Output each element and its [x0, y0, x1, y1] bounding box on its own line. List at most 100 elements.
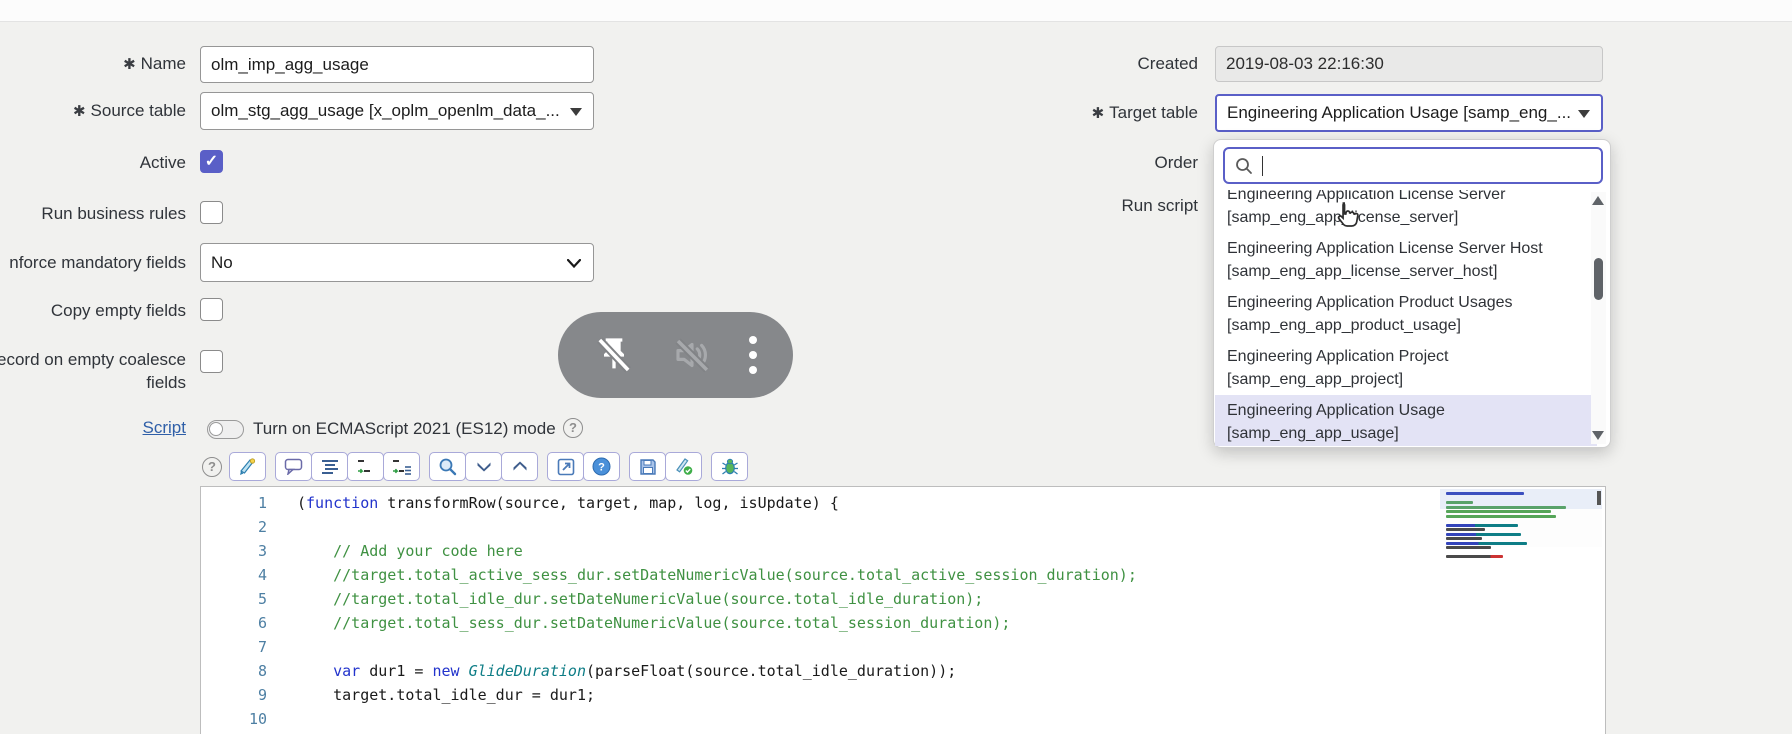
- required-icon: ✱: [72, 103, 86, 120]
- dropdown-item-name: Engineering Application Usage: [1227, 402, 1445, 419]
- help-icon[interactable]: ?: [563, 418, 583, 438]
- ecmascript-toggle-label: Turn on ECMAScript 2021 (ES12) mode: [253, 419, 556, 438]
- source-table-select[interactable]: olm_stg_agg_usage [x_oplm_openlm_data_..…: [200, 92, 594, 130]
- dropdown-item[interactable]: Engineering Application License Server [s…: [1215, 190, 1597, 233]
- find-next-button[interactable]: [465, 452, 502, 481]
- required-icon: ✱: [123, 56, 136, 73]
- code-line: 5 //target.total_idle_dur.setDateNumeric…: [201, 587, 1605, 611]
- run-business-rules-label: Run business rules: [41, 204, 186, 223]
- format-code-button[interactable]: [311, 452, 348, 481]
- scrollbar-thumb[interactable]: [1594, 258, 1603, 300]
- code-line: 10: [201, 707, 1605, 731]
- code-line: 8 var dur1 = new GlideDuration(parseFloa…: [201, 659, 1605, 683]
- more-options-icon[interactable]: [748, 333, 757, 378]
- pin-off-icon[interactable]: [594, 335, 634, 375]
- code-text: // Add your code here: [333, 542, 523, 560]
- dropdown-item-name: Engineering Application License Server: [1227, 190, 1506, 203]
- line-number: 2: [257, 518, 267, 536]
- comment-button[interactable]: [275, 452, 312, 481]
- dropdown-item-table: [samp_eng_app_license_server_host]: [1227, 263, 1498, 280]
- empty-coalesce-label-line2: fields: [146, 373, 186, 392]
- line-number: 7: [257, 638, 267, 656]
- code-text: (function transformRow(source, target, m…: [297, 494, 839, 512]
- code-text: var dur1 = new GlideDuration(parseFloat(…: [333, 662, 957, 680]
- minimap-row: [1446, 523, 1518, 527]
- toolbar-group: [275, 452, 420, 481]
- name-input[interactable]: [200, 46, 594, 83]
- line-number: 3: [257, 542, 267, 560]
- code-line: 6 //target.total_sess_dur.setDateNumeric…: [201, 611, 1605, 635]
- dropdown-item[interactable]: Engineering Application Project [samp_eng…: [1215, 341, 1597, 395]
- pop-out-button[interactable]: [547, 452, 584, 481]
- dropdown-item-table: [samp_eng_app_license_server]: [1227, 206, 1585, 229]
- replace-button[interactable]: [347, 452, 384, 481]
- syntax-check-button[interactable]: [665, 452, 702, 481]
- empty-coalesce-label-line1: ecord on empty coalesce: [0, 350, 186, 369]
- toolbar-group: [429, 452, 538, 481]
- scrollbar-down-icon[interactable]: [1592, 431, 1604, 440]
- script-code-editor[interactable]: 1 (function transformRow(source, target, …: [200, 486, 1606, 734]
- name-label: ✱ Name: [123, 54, 186, 73]
- minimap-row: [1446, 546, 1491, 549]
- empty-coalesce-checkbox[interactable]: [200, 350, 223, 373]
- dropdown-item-name: Engineering Application License Server H…: [1227, 240, 1543, 257]
- target-table-select[interactable]: Engineering Application Usage [samp_eng_…: [1215, 94, 1603, 132]
- dropdown-search-input[interactable]: [1263, 156, 1601, 175]
- dropdown-item[interactable]: Engineering Application Product Usages [s…: [1215, 287, 1597, 341]
- code-text: //target.total_active_sess_dur.setDateNu…: [333, 566, 1137, 584]
- line-number: 4: [257, 566, 267, 584]
- volume-off-icon[interactable]: [671, 334, 713, 376]
- enforce-mandatory-fields-select[interactable]: No: [200, 243, 594, 282]
- minimap-row: [1446, 541, 1527, 545]
- line-number: 10: [248, 710, 267, 728]
- mouse-pointer-cursor: [1337, 202, 1359, 227]
- script-link[interactable]: Script: [0, 418, 186, 438]
- help-button[interactable]: ?: [583, 452, 620, 481]
- dropdown-triangle-icon: [570, 108, 582, 116]
- dropdown-scrollbar[interactable]: [1591, 192, 1606, 444]
- chevron-down-icon: [567, 258, 581, 268]
- toolbar-group: [629, 452, 702, 481]
- ecmascript-toggle[interactable]: [207, 420, 244, 439]
- code-minimap[interactable]: [1440, 489, 1602, 558]
- syntax-editor-button[interactable]: [229, 452, 266, 481]
- toolbar-help-icon[interactable]: ?: [202, 456, 222, 477]
- run-business-rules-checkbox[interactable]: [200, 201, 223, 224]
- run-script-label: Run script: [1121, 196, 1198, 215]
- source-table-label: ✱ Source table: [72, 101, 186, 120]
- code-line: 7: [201, 635, 1605, 659]
- dropdown-item-name: Engineering Application Project: [1227, 348, 1449, 365]
- toolbar-group: [229, 452, 266, 481]
- find-previous-button[interactable]: [501, 452, 538, 481]
- toggle-knob: [209, 422, 223, 436]
- code-text: //target.total_idle_dur.setDateNumericVa…: [333, 590, 984, 608]
- enforce-mandatory-fields-label: nforce mandatory fields: [9, 253, 186, 272]
- dropdown-search-box[interactable]: [1223, 147, 1603, 184]
- dropdown-item-table: [samp_eng_app_usage]: [1227, 425, 1399, 442]
- required-icon: ✱: [1091, 105, 1105, 122]
- line-number: 8: [257, 662, 267, 680]
- editor-toolbar-groups: ?: [229, 452, 757, 481]
- replace-all-button[interactable]: [383, 452, 420, 481]
- debug-button[interactable]: [711, 452, 748, 481]
- editor-toolbar: ? ?: [202, 452, 757, 481]
- search-button[interactable]: [429, 452, 466, 481]
- dropdown-item[interactable]: Engineering Application License Server H…: [1215, 233, 1597, 287]
- toolbar-group: [711, 452, 748, 481]
- target-table-label: ✱ Target table: [1091, 103, 1198, 122]
- save-button[interactable]: [629, 452, 666, 481]
- minimap-row: [1446, 555, 1503, 558]
- copy-empty-fields-label: Copy empty fields: [50, 301, 186, 320]
- dropdown-item[interactable]: Engineering Application Usage [samp_eng_a…: [1215, 395, 1597, 446]
- search-icon: [1236, 157, 1252, 174]
- copy-empty-fields-checkbox[interactable]: [200, 298, 223, 321]
- created-input: [1215, 46, 1603, 82]
- scrollbar-up-icon[interactable]: [1592, 196, 1604, 205]
- line-number: 9: [257, 686, 267, 704]
- code-line: 2: [201, 515, 1605, 539]
- active-checkbox[interactable]: ✓: [200, 150, 223, 173]
- minimap-row: [1446, 537, 1482, 540]
- header-bar: [0, 0, 1792, 22]
